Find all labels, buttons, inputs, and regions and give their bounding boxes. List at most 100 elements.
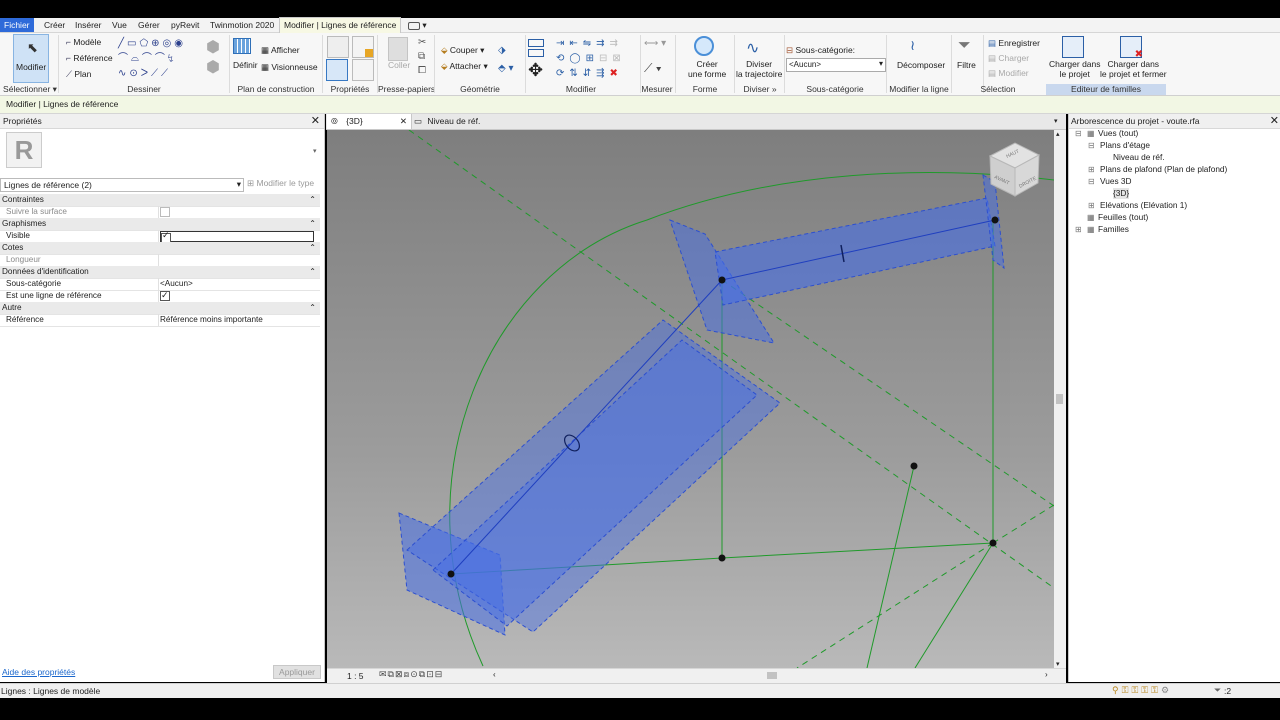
expand-icon[interactable]: ⊞ [1088, 200, 1095, 211]
divide-path-button[interactable]: Diviser la trajectoire [736, 59, 782, 79]
create-form-icon[interactable] [694, 36, 716, 56]
edit-button[interactable]: ▤ Modifier [988, 68, 1029, 78]
plane-button[interactable]: ⟋ Plan [66, 69, 91, 79]
set-work-plane-button[interactable] [233, 38, 255, 58]
show-work-plane-button[interactable]: ▦ Afficher [261, 45, 300, 55]
load-into-project-icon[interactable] [1062, 36, 1084, 58]
collapse-icon[interactable]: ⌃ [309, 194, 316, 206]
properties-help-link[interactable]: Aide des propriétés [2, 667, 75, 677]
browser-node[interactable]: {3D} [1113, 188, 1130, 199]
endpoint[interactable] [910, 462, 918, 470]
subcategory-dropdown[interactable]: <Aucun> ▾ [786, 58, 886, 72]
tab-create[interactable]: Créer [40, 18, 69, 32]
tab-modify-reference-lines[interactable]: Modifier | Lignes de référence [279, 17, 402, 33]
close-icon[interactable]: ✕ [400, 114, 407, 129]
view-scale[interactable]: 1 : 5 [347, 671, 364, 681]
model-canvas[interactable]: HAUT AVANT DROITE [327, 130, 1054, 668]
expand-icon[interactable]: ⊞ [1075, 224, 1082, 235]
collapse-icon[interactable]: ⌃ [309, 218, 316, 230]
selection-filter-icon[interactable]: ⏷ [1214, 685, 1221, 696]
tab-view[interactable]: Vue [108, 18, 131, 32]
tab-twinmotion[interactable]: Twinmotion 2020 [206, 18, 278, 32]
tab-ref-level-view[interactable]: ▭ Niveau de réf. [414, 114, 524, 129]
tab-insert[interactable]: Insérer [71, 18, 105, 32]
horizontal-scroll-thumb[interactable] [767, 672, 777, 679]
expand-icon[interactable]: ⊞ [1088, 164, 1095, 175]
close-icon[interactable]: ✕ [311, 114, 320, 127]
tab-manage[interactable]: Gérer [134, 18, 164, 32]
browser-node[interactable]: Plans de plafond (Plan de plafond) [1100, 164, 1227, 175]
browser-node[interactable]: Familles [1098, 224, 1129, 235]
create-form-button[interactable]: Créer une forme [688, 59, 726, 79]
cut-geometry-button[interactable]: ⬙ Couper ▾ [441, 45, 484, 55]
status-icons[interactable]: ⚲⚿⚿⚿⚿⚙ [1112, 685, 1172, 696]
endpoint[interactable] [989, 539, 997, 547]
close-icon[interactable]: ✕ [1270, 114, 1279, 127]
file-tab[interactable]: Fichier [0, 18, 34, 32]
collapse-icon[interactable]: ⊟ [1088, 176, 1095, 187]
tab-overflow-dropdown[interactable]: ▾ [404, 18, 431, 32]
endpoint[interactable] [991, 216, 999, 224]
geometry-extra-icons[interactable]: ⬗ ⬘ ▾ [498, 42, 514, 78]
endpoint[interactable] [447, 570, 455, 578]
join-geometry-button[interactable]: ⬙ Attacher ▾ [441, 61, 488, 71]
scroll-left-icon[interactable]: ‹ [493, 670, 496, 679]
move-icon[interactable]: ✥ [528, 59, 550, 81]
type-properties-icon[interactable] [327, 36, 349, 58]
decompose-button[interactable]: Décomposer [897, 60, 945, 70]
collapse-icon[interactable]: ⌃ [309, 242, 316, 254]
select-panel-label[interactable]: Sélectionner ▾ [2, 84, 58, 95]
edit-type-button[interactable]: ⊞ Modifier le type [247, 178, 321, 190]
decompose-icon[interactable]: ≀ [910, 37, 915, 54]
scroll-down-icon[interactable]: ▾ [1056, 660, 1060, 668]
collapse-icon[interactable]: ⌃ [309, 266, 316, 278]
scroll-thumb[interactable] [1056, 394, 1063, 404]
clipboard-small-icons[interactable]: ✂ ⧉ ⧠ [418, 36, 426, 78]
modify-button[interactable]: ⬉ Modifier [13, 34, 49, 83]
browser-node[interactable]: Plans d'étage [1100, 140, 1150, 151]
model-line-button[interactable]: ⌐ Modèle [66, 37, 101, 47]
tab-list-dropdown[interactable]: ▾ [1054, 114, 1058, 129]
load-button[interactable]: ▤ Charger [988, 53, 1029, 63]
3d-viewport[interactable]: HAUT AVANT DROITE [327, 130, 1054, 668]
dimension-icon[interactable]: ⟷ ▾ [644, 38, 670, 52]
save-button[interactable]: ▤ Enregistrer [988, 38, 1040, 48]
properties-toggle-icon[interactable] [326, 59, 348, 81]
property-checkbox[interactable] [160, 289, 170, 301]
viewcube[interactable]: HAUT AVANT DROITE [988, 142, 1041, 197]
measure-icon[interactable]: ⟋ ▾ [644, 61, 670, 79]
load-and-close-button[interactable]: Charger dans le projet et fermer [1100, 59, 1167, 79]
view-control-icons[interactable]: ✉⧉⊠⧈⊙⧉⊡⊟ [379, 669, 443, 680]
draw-tools-gallery[interactable]: ╱▭⬠⊕◎◉ ⌒⌓⌒⌒↯ ∿⊙ᐳ⟋⟋ [118, 36, 204, 82]
vertical-scrollbar[interactable]: ▴ ▾ [1054, 130, 1066, 668]
property-value[interactable]: Référence moins importante [160, 314, 263, 326]
load-and-close-icon[interactable]: ✖ [1120, 36, 1143, 60]
load-into-project-button[interactable]: Charger dans le projet [1049, 59, 1101, 79]
endpoint[interactable] [718, 276, 726, 284]
tab-3d-view[interactable]: ⦾ {3D} ✕ [327, 114, 412, 129]
divide-path-icon[interactable]: ∿ [746, 38, 759, 58]
filter-icon[interactable]: ⏷ [958, 37, 971, 55]
align-icon[interactable] [528, 37, 548, 57]
modify-tools-grid[interactable]: ⇥⇤⇋⇉⇉ ⟲◯⊞⊟⊠ ⟳⇅⇵⇶✖ [556, 36, 626, 81]
panel-expand-icon[interactable]: » [772, 84, 777, 94]
browser-node[interactable]: Vues 3D [1100, 176, 1132, 187]
collapse-icon[interactable]: ⊟ [1088, 140, 1095, 151]
property-checkbox[interactable] [160, 207, 170, 217]
scroll-right-icon[interactable]: › [1045, 670, 1048, 679]
property-value[interactable] [160, 231, 314, 243]
tab-pyrevit[interactable]: pyRevit [167, 18, 203, 32]
type-selector-dropdown[interactable]: Lignes de référence (2) ▾ [0, 178, 244, 192]
filter-button[interactable]: Filtre [957, 60, 976, 70]
browser-node[interactable]: Feuilles (tout) [1098, 212, 1148, 223]
family-types-icon[interactable] [352, 36, 374, 58]
paste-icon[interactable] [388, 37, 408, 61]
browser-node[interactable]: Niveau de réf. [1113, 152, 1165, 163]
selected-reference-lines[interactable] [398, 174, 1005, 636]
reference-line-button[interactable]: ⌐ Référence [66, 53, 113, 63]
viewer-button[interactable]: ▦ Visionneuse [261, 62, 318, 72]
collapse-icon[interactable]: ⊟ [1075, 128, 1082, 139]
upper-beam-volume[interactable] [714, 197, 996, 306]
chevron-down-icon[interactable]: ▾ [313, 147, 317, 155]
browser-node[interactable]: Vues (tout) [1098, 128, 1138, 139]
